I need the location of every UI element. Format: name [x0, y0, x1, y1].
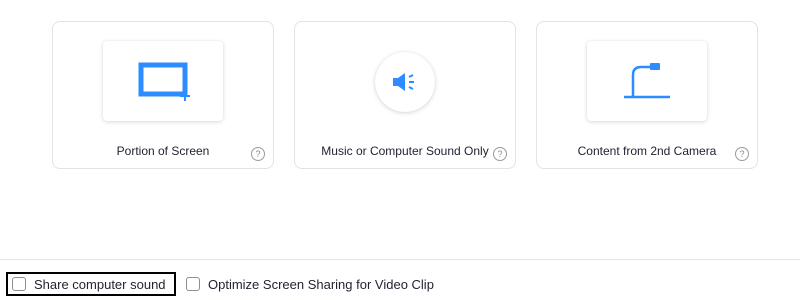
share-computer-sound-option[interactable]: Share computer sound	[6, 272, 176, 296]
share-computer-sound-checkbox[interactable]	[12, 277, 26, 291]
card-label: Music or Computer Sound Only	[321, 144, 489, 158]
computer-sound-tile	[375, 52, 435, 112]
share-options-panel: Portion of Screen ? Music or Computer So…	[0, 0, 800, 300]
card-label: Portion of Screen	[116, 144, 210, 158]
share-computer-sound-label: Share computer sound	[34, 276, 166, 292]
computer-sound-only-card[interactable]: Music or Computer Sound Only ?	[294, 21, 516, 169]
divider	[0, 259, 800, 260]
speaker-icon	[393, 73, 414, 91]
optimize-video-label: Optimize Screen Sharing for Video Clip	[208, 276, 434, 292]
optimize-video-option[interactable]: Optimize Screen Sharing for Video Clip	[186, 272, 434, 296]
help-icon[interactable]: ?	[735, 147, 749, 161]
help-icon[interactable]: ?	[251, 147, 265, 161]
screen-portion-icon	[138, 62, 190, 101]
card-label: Content from 2nd Camera	[577, 144, 717, 158]
portion-of-screen-tile	[103, 41, 223, 121]
portion-of-screen-card[interactable]: Portion of Screen ?	[52, 21, 274, 169]
second-camera-tile	[587, 41, 707, 121]
document-camera-icon	[624, 63, 670, 99]
second-camera-card[interactable]: Content from 2nd Camera ?	[536, 21, 758, 169]
optimize-video-checkbox[interactable]	[186, 277, 200, 291]
help-icon[interactable]: ?	[493, 147, 507, 161]
